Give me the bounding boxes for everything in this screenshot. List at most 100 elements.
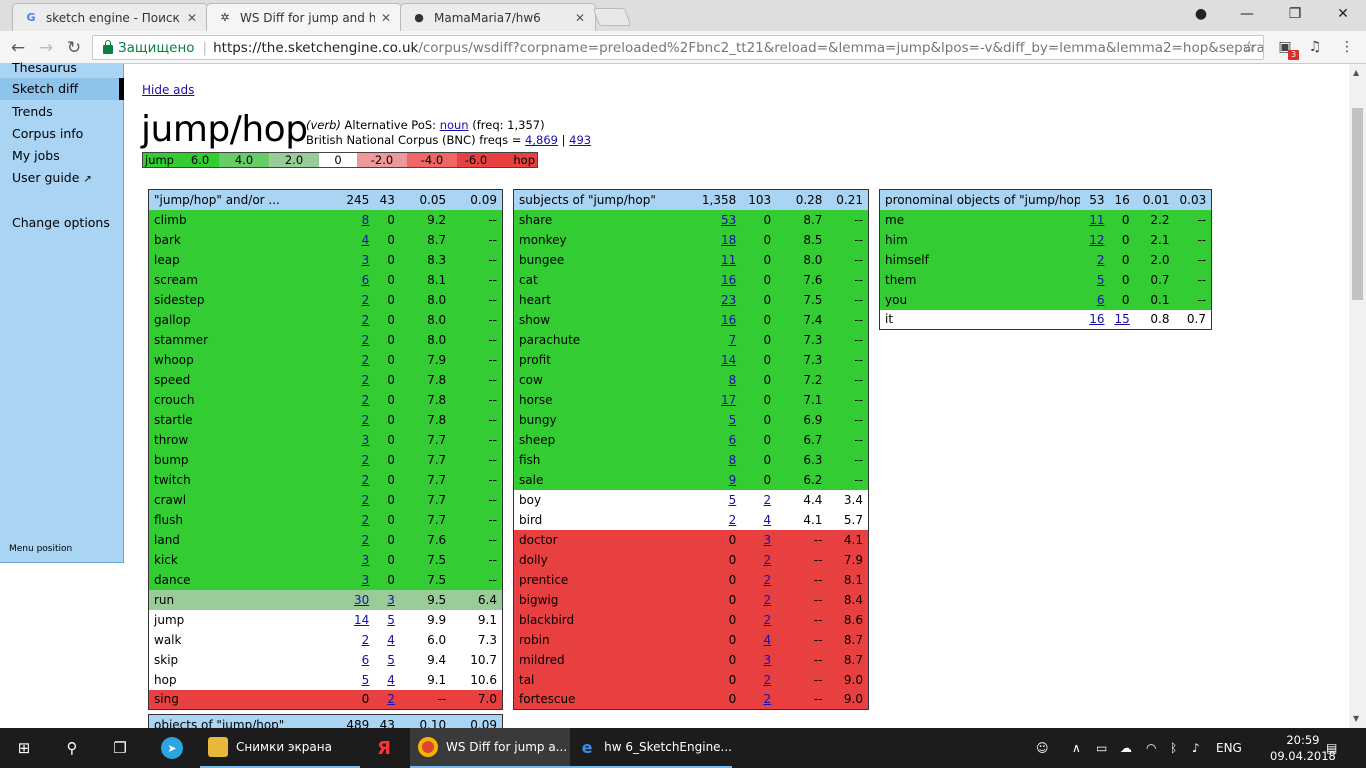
freq-link-jump[interactable]: 2 bbox=[362, 633, 370, 647]
freq-link-jump[interactable]: 3 bbox=[362, 553, 370, 567]
freq-link-hop[interactable]: 493 bbox=[569, 133, 591, 147]
freq-link-hop[interactable]: 2 bbox=[764, 573, 772, 587]
telegram-icon[interactable]: ➤ bbox=[148, 728, 196, 768]
windows-start-icon[interactable]: ⊞ bbox=[0, 728, 48, 768]
sidebar-item-trends[interactable]: Trends bbox=[12, 104, 53, 119]
freq-link-jump[interactable]: 2 bbox=[362, 473, 370, 487]
browser-tab-github[interactable]: ● MamaMaria7/hw6 ✕ bbox=[400, 3, 596, 31]
back-button[interactable]: ← bbox=[6, 36, 30, 60]
hide-ads-link[interactable]: Hide ads bbox=[142, 83, 194, 97]
freq-link-jump[interactable]: 2 bbox=[362, 333, 370, 347]
freq-link-jump[interactable]: 14 bbox=[354, 613, 369, 627]
onedrive-icon[interactable]: ☁ bbox=[1120, 728, 1132, 768]
freq-link-jump[interactable]: 11 bbox=[721, 253, 736, 267]
restore-button[interactable]: ❐ bbox=[1272, 0, 1318, 28]
browser-tab-search[interactable]: G sketch engine - Поиск в ✕ bbox=[12, 3, 208, 31]
taskbar-app-explorer[interactable]: Снимки экрана bbox=[200, 728, 360, 768]
minimize-button[interactable]: — bbox=[1224, 0, 1270, 28]
freq-link-jump[interactable]: 6 bbox=[362, 273, 370, 287]
bluetooth-icon[interactable]: ᛒ bbox=[1170, 728, 1177, 768]
user-profile-icon[interactable]: ● bbox=[1178, 0, 1224, 28]
freq-link-jump[interactable]: 3 bbox=[362, 433, 370, 447]
notifications-icon[interactable]: ▤ bbox=[1326, 728, 1337, 768]
freq-link-jump[interactable]: 6 bbox=[362, 653, 370, 667]
taskbar-app-edge[interactable]: e hw 6_SketchEngine... bbox=[570, 728, 732, 768]
address-bar[interactable]: Защищено | https://the.sketchengine.co.u… bbox=[92, 35, 1264, 60]
language-indicator[interactable]: ENG bbox=[1216, 728, 1242, 768]
freq-link-hop[interactable]: 3 bbox=[387, 593, 395, 607]
scroll-down-icon[interactable]: ▼ bbox=[1353, 714, 1359, 723]
menu-icon[interactable]: ⋮ bbox=[1338, 38, 1356, 56]
tray-chevron-icon[interactable]: ∧ bbox=[1072, 728, 1081, 768]
freq-link-jump[interactable]: 2 bbox=[362, 393, 370, 407]
freq-link-jump[interactable]: 7 bbox=[729, 333, 737, 347]
freq-link-hop[interactable]: 4 bbox=[764, 633, 772, 647]
freq-link-hop[interactable]: 2 bbox=[764, 593, 772, 607]
close-tab-icon[interactable]: ✕ bbox=[575, 11, 585, 25]
freq-link-hop[interactable]: 15 bbox=[1115, 312, 1130, 326]
freq-link-jump[interactable]: 4,869 bbox=[525, 133, 558, 147]
freq-link-jump[interactable]: 4 bbox=[362, 233, 370, 247]
freq-link-jump[interactable]: 53 bbox=[721, 213, 736, 227]
menu-position-label[interactable]: Menu position bbox=[9, 544, 72, 554]
close-tab-icon[interactable]: ✕ bbox=[381, 11, 391, 25]
freq-link-jump[interactable]: 2 bbox=[362, 493, 370, 507]
freq-link-jump[interactable]: 2 bbox=[362, 373, 370, 387]
freq-link-hop[interactable]: 4 bbox=[764, 513, 772, 527]
freq-link-hop[interactable]: 2 bbox=[764, 493, 772, 507]
volume-icon[interactable]: ♪ bbox=[1192, 728, 1200, 768]
freq-link-hop[interactable]: 3 bbox=[764, 653, 772, 667]
freq-link-jump[interactable]: 23 bbox=[721, 293, 736, 307]
bookmark-star-icon[interactable]: ☆ bbox=[1242, 37, 1256, 56]
people-icon[interactable]: ☺ bbox=[1036, 728, 1049, 768]
freq-link-jump[interactable]: 2 bbox=[1097, 253, 1105, 267]
freq-link-hop[interactable]: 3 bbox=[764, 533, 772, 547]
sidebar-item-corpus-info[interactable]: Corpus info bbox=[12, 126, 83, 141]
freq-link-jump[interactable]: 5 bbox=[729, 493, 737, 507]
freq-link-jump[interactable]: 12 bbox=[1089, 233, 1104, 247]
freq-link-jump[interactable]: 2 bbox=[362, 533, 370, 547]
freq-link-jump[interactable]: 6 bbox=[1097, 293, 1105, 307]
freq-link-hop[interactable]: 5 bbox=[387, 613, 395, 627]
freq-link-jump[interactable]: 5 bbox=[362, 673, 370, 687]
battery-icon[interactable]: ▭ bbox=[1096, 728, 1107, 768]
freq-link-hop[interactable]: 5 bbox=[387, 653, 395, 667]
alt-pos-link[interactable]: noun bbox=[440, 118, 469, 132]
scroll-up-icon[interactable]: ▲ bbox=[1353, 68, 1359, 77]
sidebar-item-user-guide[interactable]: User guide ↗ bbox=[12, 170, 92, 185]
yandex-browser-icon[interactable]: Я bbox=[360, 728, 408, 768]
forward-button[interactable]: → bbox=[34, 36, 58, 60]
freq-link-jump[interactable]: 5 bbox=[729, 413, 737, 427]
freq-link-jump[interactable]: 3 bbox=[362, 253, 370, 267]
browser-tab-ws-diff[interactable]: ✲ WS Diff for jump and ho ✕ bbox=[206, 3, 402, 31]
freq-link-hop[interactable]: 2 bbox=[764, 613, 772, 627]
freq-link-jump[interactable]: 30 bbox=[354, 593, 369, 607]
freq-link-jump[interactable]: 2 bbox=[362, 453, 370, 467]
freq-link-hop[interactable]: 4 bbox=[387, 673, 395, 687]
freq-link-jump[interactable]: 2 bbox=[362, 513, 370, 527]
freq-link-jump[interactable]: 8 bbox=[729, 373, 737, 387]
freq-link-hop[interactable]: 2 bbox=[387, 692, 395, 706]
freq-link-jump[interactable]: 2 bbox=[729, 513, 737, 527]
freq-link-jump[interactable]: 2 bbox=[362, 293, 370, 307]
taskbar-app-chrome[interactable]: WS Diff for jump a... bbox=[410, 728, 570, 768]
freq-link-hop[interactable]: 2 bbox=[764, 553, 772, 567]
freq-link-jump[interactable]: 18 bbox=[721, 233, 736, 247]
freq-link-jump[interactable]: 8 bbox=[729, 453, 737, 467]
freq-link-hop[interactable]: 2 bbox=[764, 692, 772, 706]
freq-link-jump[interactable]: 16 bbox=[721, 313, 736, 327]
close-tab-icon[interactable]: ✕ bbox=[187, 11, 197, 25]
freq-link-jump[interactable]: 9 bbox=[729, 473, 737, 487]
freq-link-jump[interactable]: 16 bbox=[1089, 312, 1104, 326]
sidebar-item-change-options[interactable]: Change options bbox=[12, 215, 110, 230]
freq-link-jump[interactable]: 3 bbox=[362, 573, 370, 587]
freq-link-jump[interactable]: 14 bbox=[721, 353, 736, 367]
freq-link-jump[interactable]: 2 bbox=[362, 313, 370, 327]
scrollbar-thumb[interactable] bbox=[1352, 108, 1363, 300]
freq-link-hop[interactable]: 4 bbox=[387, 633, 395, 647]
freq-link-hop[interactable]: 2 bbox=[764, 673, 772, 687]
new-tab-button[interactable] bbox=[592, 8, 632, 26]
search-icon[interactable]: ⚲ bbox=[48, 728, 96, 768]
freq-link-jump[interactable]: 8 bbox=[362, 213, 370, 227]
freq-link-jump[interactable]: 2 bbox=[362, 413, 370, 427]
